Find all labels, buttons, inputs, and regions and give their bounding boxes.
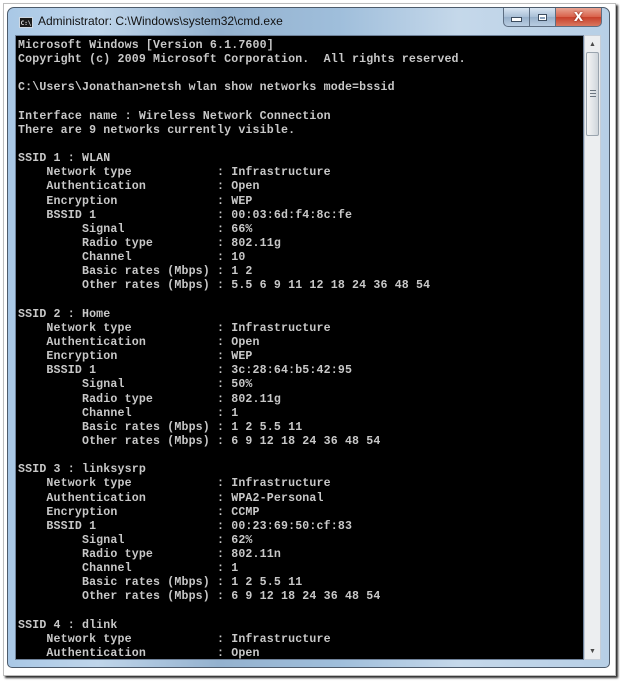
console-line: Radio type : 802.11g	[18, 392, 281, 406]
console-line: Authentication : Open	[18, 335, 260, 349]
cmd-window: C:\ Administrator: C:\Windows\system32\c…	[7, 7, 610, 668]
console-line: Signal : 66%	[18, 222, 253, 236]
console-line: Encryption : WEP	[18, 350, 253, 364]
console-line: C:\Users\Jonathan>netsh wlan show networ…	[18, 81, 395, 95]
console-output[interactable]: Microsoft Windows [Version 6.1.7600] Copy…	[15, 35, 584, 660]
console-line: Signal : 62%	[18, 533, 253, 547]
console-line: Interface name : Wireless Network Connec…	[18, 109, 331, 123]
console-line: SSID 3 : linksysrp	[18, 463, 146, 477]
console-line: Encryption : WEP	[18, 194, 253, 208]
console-line: Encryption : CCMP	[18, 505, 260, 519]
console-line: There are 9 networks currently visible.	[18, 123, 296, 137]
console-line: Channel : 1	[18, 562, 239, 576]
minimize-icon	[511, 17, 522, 22]
console-line: BSSID 1 : 00:03:6d:f4:8c:fe	[18, 208, 353, 222]
console-text: Microsoft Windows [Version 6.1.7600] Copy…	[18, 39, 466, 660]
maximize-icon	[538, 13, 547, 21]
scroll-up-arrow-icon[interactable]: ▲	[585, 36, 600, 52]
caption-buttons: X	[503, 8, 602, 28]
maximize-button[interactable]	[530, 8, 556, 27]
console-line: Network type : Infrastructure	[18, 166, 331, 180]
console-line: SSID 1 : WLAN	[18, 152, 111, 166]
console-line: Other rates (Mbps) : 6 9 12 18 24 36 48 …	[18, 434, 381, 448]
console-line: Channel : 10	[18, 251, 246, 265]
close-icon: X	[573, 10, 584, 24]
console-line: Basic rates (Mbps) : 1 2 5.5 11	[18, 576, 303, 590]
console-line: Basic rates (Mbps) : 1 2 5.5 11	[18, 420, 303, 434]
close-button[interactable]: X	[556, 8, 602, 27]
grip-icon	[590, 90, 596, 97]
console-line: Microsoft Windows [Version 6.1.7600]	[18, 39, 274, 52]
console-line: Channel : 1	[18, 406, 239, 420]
window-title: Administrator: C:\Windows\system32\cmd.e…	[38, 14, 283, 28]
console-line: Other rates (Mbps) : 6 9 12 18 24 36 48 …	[18, 590, 381, 604]
console-line: Authentication : Open	[18, 647, 260, 660]
console-line: BSSID 1 : 00:23:69:50:cf:83	[18, 519, 353, 533]
console-line: Authentication : WPA2-Personal	[18, 491, 324, 505]
title-bar[interactable]: C:\ Administrator: C:\Windows\system32\c…	[8, 8, 609, 36]
console-line: Copyright (c) 2009 Microsoft Corporation…	[18, 53, 466, 67]
console-line: Radio type : 802.11g	[18, 236, 281, 250]
console-line: Network type : Infrastructure	[18, 321, 331, 335]
console-line: Authentication : Open	[18, 180, 260, 194]
console-line: Network type : Infrastructure	[18, 477, 331, 491]
console-line: Signal : 50%	[18, 378, 253, 392]
console-line: Network type : Infrastructure	[18, 632, 331, 646]
vertical-scrollbar[interactable]: ▲ ▼	[584, 35, 601, 660]
console-line: BSSID 1 : 3c:28:64:b5:42:95	[18, 364, 353, 378]
console-line: SSID 4 : dlink	[18, 618, 118, 632]
console-line: Other rates (Mbps) : 5.5 6 9 11 12 18 24…	[18, 279, 431, 293]
console-line: SSID 2 : Home	[18, 307, 111, 321]
console-line: Radio type : 802.11n	[18, 548, 281, 562]
console-line: Basic rates (Mbps) : 1 2	[18, 265, 253, 279]
minimize-button[interactable]	[503, 8, 530, 27]
scroll-thumb[interactable]	[586, 52, 599, 136]
cmd-icon[interactable]: C:\	[19, 17, 33, 28]
scroll-down-arrow-icon[interactable]: ▼	[585, 643, 600, 659]
